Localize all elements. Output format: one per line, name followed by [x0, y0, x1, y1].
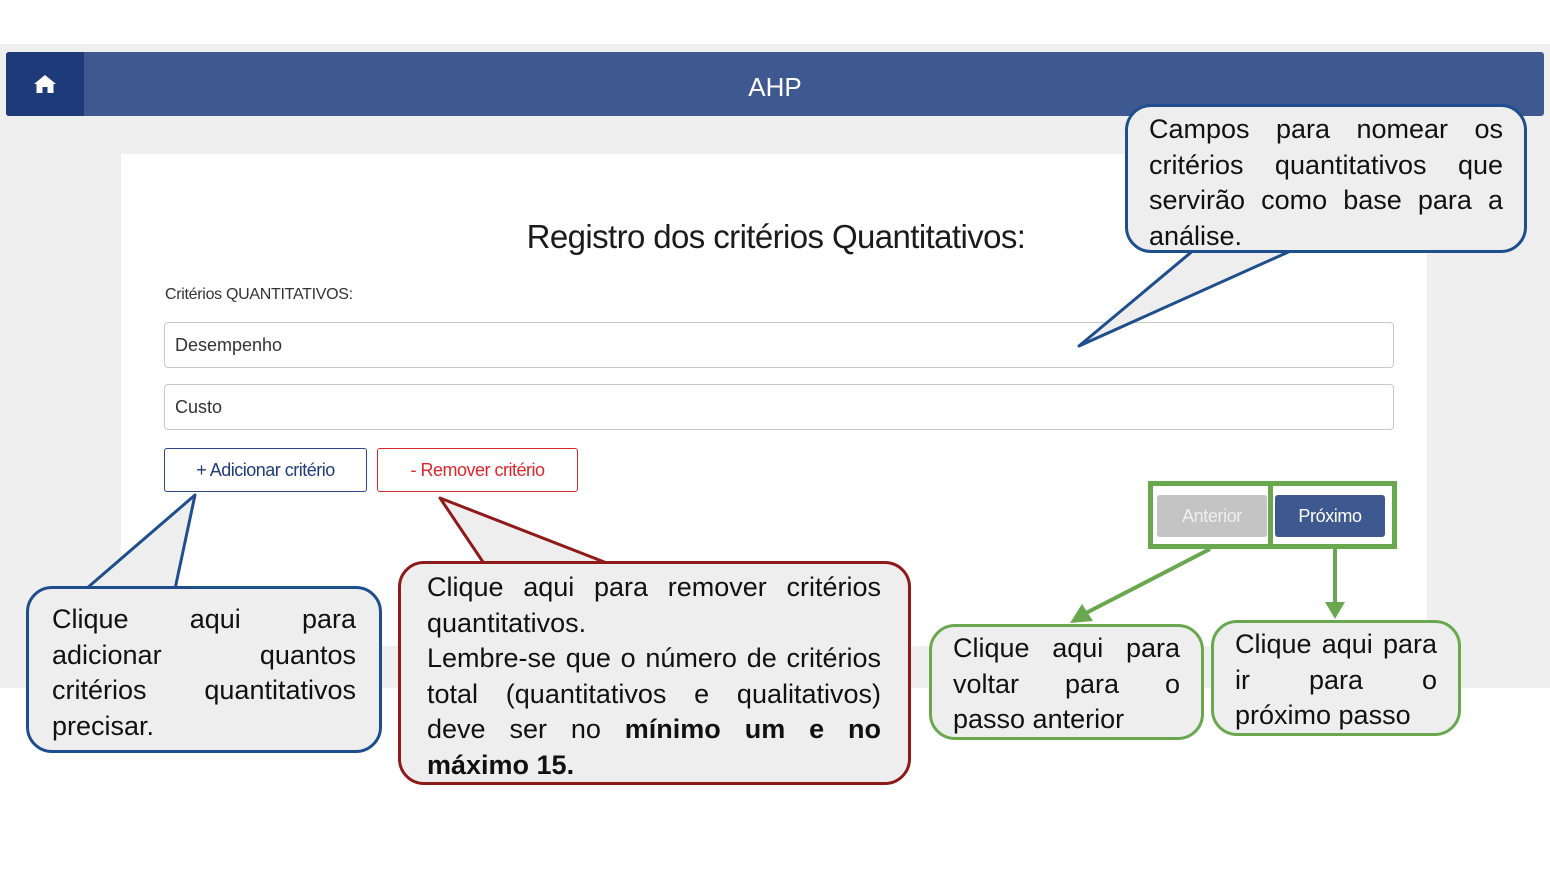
fields-callout-text: Campos para nomear os critérios quantita… [1149, 114, 1503, 251]
prev-callout-text: Clique aqui para voltar para o passo ant… [953, 633, 1180, 734]
prev-callout: Clique aqui para voltar para o passo ant… [929, 624, 1204, 740]
criterion-input-1[interactable] [164, 322, 1394, 368]
previous-button-highlight [1148, 481, 1273, 549]
add-callout: Clique aqui para adicionar quantos crité… [26, 586, 382, 753]
add-callout-text: Clique aqui para adicionar quantos crité… [52, 604, 356, 741]
remove-criterion-button[interactable]: - Remover critério [377, 448, 578, 492]
next-callout: Clique aqui para ir para o próximo passo [1211, 620, 1461, 736]
criteria-label: Critérios QUANTITATIVOS: [165, 286, 353, 303]
remove-callout: Clique aqui para remover critérios quant… [398, 561, 911, 785]
fields-callout: Campos para nomear os critérios quantita… [1125, 104, 1527, 253]
remove-callout-line2: Lembre-se que o número de critérios tota… [427, 641, 881, 783]
add-criterion-button[interactable]: + Adicionar critério [164, 448, 367, 492]
home-icon [34, 75, 56, 93]
home-button[interactable] [6, 52, 84, 116]
next-callout-text: Clique aqui para ir para o próximo passo [1235, 629, 1437, 730]
remove-callout-line1: Clique aqui para remover critérios quant… [427, 572, 881, 638]
criterion-input-2[interactable] [164, 384, 1394, 430]
